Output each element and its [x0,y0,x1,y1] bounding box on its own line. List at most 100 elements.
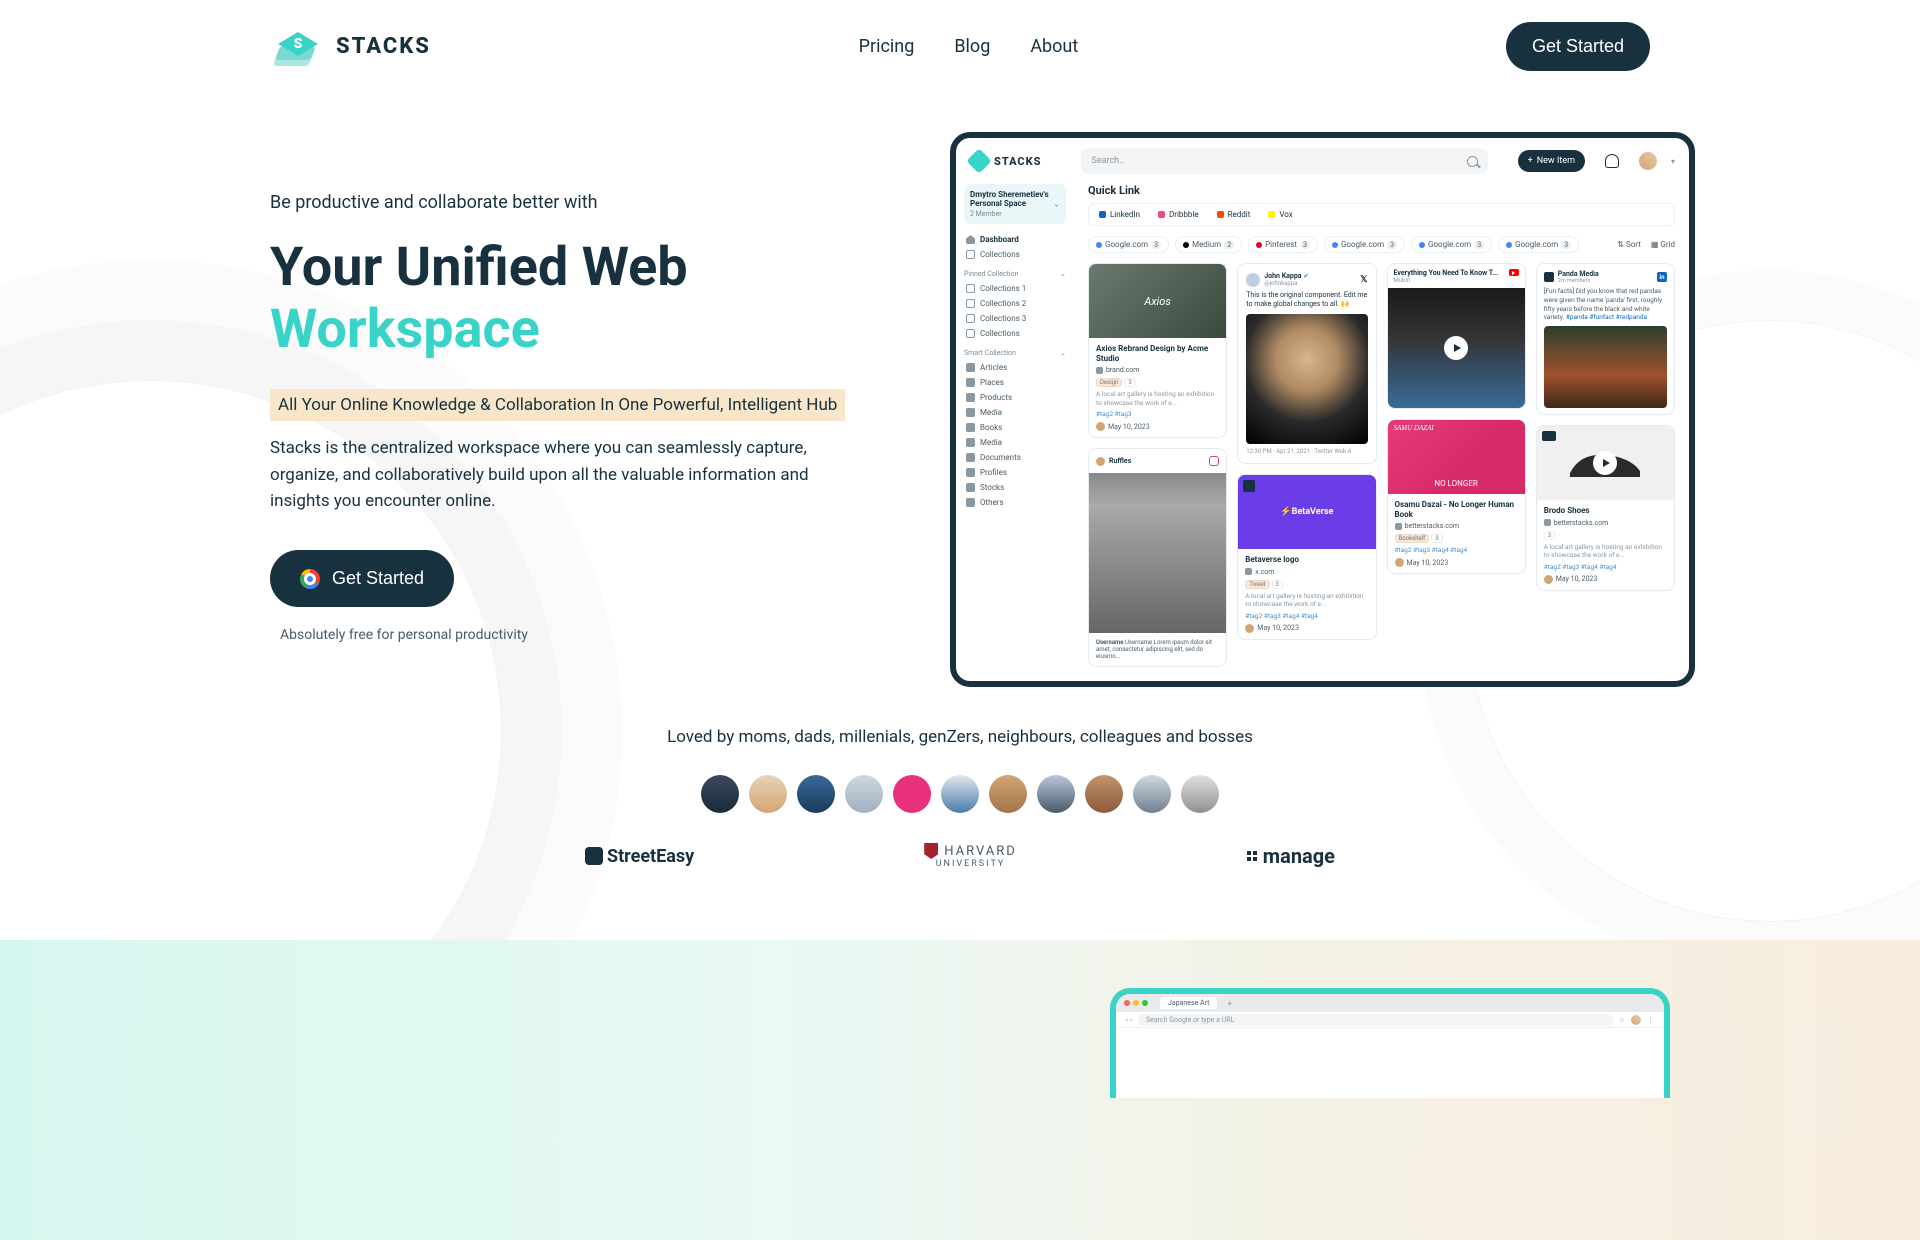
site-icon [1096,367,1103,374]
user-avatars [270,775,1650,813]
app-main: Quick Link LinkedIn Dribbble Reddit Vox … [1074,184,1689,681]
app-logo: STACKS [970,152,1041,170]
hero-cta-button[interactable]: Get Started [270,550,454,607]
hero-subtext: Absolutely free for personal productivit… [280,627,910,643]
filter-chip[interactable]: Medium2 [1175,236,1242,253]
quicklink-box: LinkedIn Dribbble Reddit Vox [1088,203,1675,226]
social-proof: Loved by moms, dads, millenials, genZers… [270,727,1650,869]
quicklink-reddit[interactable]: Reddit [1217,210,1251,219]
avatar [989,775,1027,813]
user-avatar[interactable] [1639,152,1657,170]
verified-icon: ✔ [1303,272,1309,280]
filter-chip[interactable]: Google.com3 [1324,236,1405,253]
sidebar-item[interactable]: Documents [964,450,1066,465]
space-selector[interactable]: Dmytro Sheremetiev's Personal Space 2 Me… [964,184,1066,224]
app-sidebar: Dmytro Sheremetiev's Personal Space 2 Me… [956,184,1074,681]
harvard-logo: HARVARD UNIVERSITY [924,843,1017,869]
play-icon [1444,336,1468,360]
card-panda[interactable]: Panda Media 2m members in [Fun facts] Di… [1536,263,1675,415]
card-ruffles[interactable]: Ruffles Username Username Lorem ipsum do… [1088,448,1227,667]
card-video[interactable]: Everything You Need To Know T... Mubin [1387,263,1526,409]
avatar [1096,457,1105,466]
sidebar-item[interactable]: Media [964,435,1066,450]
search-input[interactable]: Search.. [1081,148,1487,174]
nav-blog[interactable]: Blog [954,36,990,57]
avatar [893,775,931,813]
hero: Be productive and collaborate better wit… [270,132,1650,687]
card-dazai[interactable]: SAMU DAZAINO LONGER Osamu Dazai - No Lon… [1387,419,1526,574]
sidebar-item[interactable]: Others [964,495,1066,510]
sidebar-item[interactable]: Media [964,405,1066,420]
new-item-button[interactable]: + New Item [1518,150,1585,172]
avatar [1037,775,1075,813]
sidebar-item[interactable]: Collections 2 [964,296,1066,311]
quicklink-vox[interactable]: Vox [1268,210,1292,219]
company-logos: StreetEasy HARVARD UNIVERSITY manage [470,843,1450,869]
card-shoe[interactable]: Brodo Shoes betterstacks.com 3 A local a… [1536,425,1675,590]
grid-icon [966,250,975,259]
hero-eyebrow: Be productive and collaborate better wit… [270,192,910,213]
sidebar-item[interactable]: Places [964,375,1066,390]
filter-chip[interactable]: Google.com3 [1498,236,1579,253]
nav-cta-button[interactable]: Get Started [1506,22,1650,71]
brand-logo[interactable]: S STACKS [270,18,431,74]
card-image [1537,426,1674,500]
card-image [1544,326,1667,408]
chevron-down-icon: ⌄ [1060,270,1066,278]
chrome-icon [300,569,320,589]
bell-icon[interactable] [1605,154,1619,168]
card-betaverse[interactable]: ⚡ BetaVerse Betaverse logo x.com Tweet3 … [1237,474,1376,639]
avatar [1246,273,1260,287]
sidebar-item[interactable]: Articles [964,360,1066,375]
sidebar-item[interactable]: Stocks [964,480,1066,495]
avatar [845,775,883,813]
cards-grid: Axios Axios Rebrand Design by Acme Studi… [1088,263,1675,667]
avatar [701,775,739,813]
sidebar-item[interactable]: Collections 3 [964,311,1066,326]
sidebar-item[interactable]: Collections 1 [964,281,1066,296]
url-bar[interactable]: Search Google or type a URL [1138,1014,1613,1026]
sidebar-dashboard[interactable]: Dashboard [964,232,1066,247]
x-icon: 𝕏 [1360,275,1367,285]
smart-header: Smart Collection⌄ [964,349,1066,357]
card-axios[interactable]: Axios Axios Rebrand Design by Acme Studi… [1088,263,1227,438]
quicklink-dribbble[interactable]: Dribbble [1158,210,1199,219]
avatar [1133,775,1171,813]
hero-highlight: All Your Online Knowledge & Collaboratio… [270,389,845,421]
top-nav: S STACKS Pricing Blog About Get Started [270,0,1650,92]
sort-button[interactable]: ⇅ Sort [1617,240,1641,249]
avatar [749,775,787,813]
card-tweet[interactable]: John Kappa ✔ @johnkappa 𝕏 This is the or… [1237,263,1376,464]
social-text: Loved by moms, dads, millenials, genZers… [270,727,1650,747]
nav-pricing[interactable]: Pricing [859,36,915,57]
home-icon [966,235,975,244]
linkedin-icon: in [1657,272,1667,282]
play-icon [1593,451,1617,475]
filter-chip[interactable]: Google.com3 [1088,236,1169,253]
chevron-down-icon: ⌄ [1053,200,1060,209]
sidebar-item[interactable]: Products [964,390,1066,405]
sidebar-item[interactable]: Profiles [964,465,1066,480]
avatar [1085,775,1123,813]
chevron-down-icon: ⌄ [1060,349,1066,357]
brand-name: STACKS [336,34,431,59]
browser-preview: Japanese Art + ‹ › Search Google or type… [1110,988,1670,1098]
svg-text:S: S [294,36,303,52]
sidebar-item[interactable]: Collections [964,326,1066,341]
youtube-icon [1509,269,1519,276]
card-image [1089,473,1226,633]
avatar [1181,775,1219,813]
quicklink-linkedin[interactable]: LinkedIn [1099,210,1140,219]
sidebar-collections[interactable]: Collections [964,247,1066,262]
chevron-down-icon[interactable]: ▾ [1671,157,1675,166]
grid-view-button[interactable]: ▦ Grid [1651,240,1675,249]
hero-description: Stacks is the centralized workspace wher… [270,435,870,514]
sidebar-item[interactable]: Books [964,420,1066,435]
traffic-lights-icon [1124,1000,1148,1006]
nav-about[interactable]: About [1030,36,1078,57]
avatar [1544,272,1554,282]
filter-chip[interactable]: Pinterest3 [1248,236,1318,253]
filter-chip[interactable]: Google.com3 [1411,236,1492,253]
streeteasy-logo: StreetEasy [585,846,694,867]
card-image [1246,314,1367,444]
